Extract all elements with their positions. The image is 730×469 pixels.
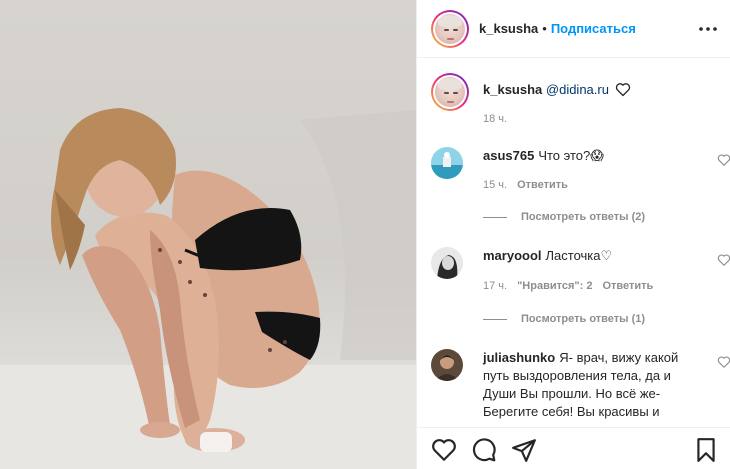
view-replies-label: Посмотреть ответы (2) (521, 211, 646, 223)
comment-timestamp[interactable]: 15 ч. (483, 179, 507, 191)
post-photo-image (0, 108, 416, 469)
heart-icon[interactable] (431, 437, 457, 463)
comment-meta: 17 ч. "Нравится": 2 Ответить (483, 280, 663, 292)
comment-text: Ласточка♡ (545, 248, 613, 263)
share-icon[interactable] (511, 437, 537, 463)
view-replies-label: Посмотреть ответы (1) (521, 313, 646, 325)
comment-like-icon[interactable] (717, 253, 730, 267)
author-username[interactable]: k_ksusha (479, 21, 538, 36)
comments-area[interactable]: k_ksusha @didina.ru 18 ч. asus765 Что это… (417, 59, 730, 427)
header-text: k_ksusha • Подписаться (479, 21, 636, 36)
more-horizontal-icon[interactable] (693, 14, 723, 44)
comment-body: asus765 Что это?😱 (483, 147, 703, 165)
post-header: k_ksusha • Подписаться (417, 0, 730, 58)
follow-button[interactable]: Подписаться (551, 21, 636, 36)
heart-emoji-icon (615, 83, 630, 97)
comment-timestamp[interactable]: 17 ч. (483, 280, 507, 292)
caption-timestamp[interactable]: 18 ч. (483, 113, 507, 125)
view-replies-button[interactable]: Посмотреть ответы (2) (483, 211, 645, 223)
instagram-post: k_ksusha • Подписаться k_ksusha @didina.… (0, 0, 730, 469)
reply-button[interactable]: Ответить (517, 179, 568, 191)
reply-button[interactable]: Ответить (602, 280, 653, 292)
comment-body: maryoool Ласточка♡ (483, 247, 703, 265)
caption-mention[interactable]: @didina.ru (546, 82, 609, 97)
comment-like-icon[interactable] (717, 355, 730, 369)
comment-username[interactable]: maryoool (483, 248, 542, 263)
comment-icon[interactable] (471, 437, 497, 463)
caption-username[interactable]: k_ksusha (483, 82, 542, 97)
header-separator: • (542, 21, 547, 36)
comment-username[interactable]: asus765 (483, 148, 534, 163)
commenter-avatar[interactable] (431, 247, 463, 279)
commenter-avatar[interactable] (431, 147, 463, 179)
comment-username[interactable]: juliashunko (483, 350, 555, 365)
post-sidebar: k_ksusha • Подписаться k_ksusha @didina.… (416, 0, 730, 469)
caption-avatar[interactable] (431, 73, 469, 111)
comment-like-icon[interactable] (717, 153, 730, 167)
replies-divider (483, 318, 507, 320)
bookmark-icon[interactable] (693, 437, 719, 463)
replies-divider (483, 216, 507, 218)
view-replies-button[interactable]: Посмотреть ответы (1) (483, 313, 645, 325)
author-avatar[interactable] (431, 9, 469, 48)
likes-count[interactable]: "Нравится": 2 (517, 280, 592, 292)
caption-text: k_ksusha @didina.ru (483, 73, 631, 111)
comment-body: juliashunko Я- врач, вижу какой путь вызд… (483, 349, 703, 421)
action-bar (417, 427, 730, 469)
post-caption: k_ksusha @didina.ru (431, 73, 631, 111)
post-photo[interactable] (0, 0, 416, 469)
comment-meta: 15 ч. Ответить (483, 179, 578, 191)
comment-text: Что это?😱 (538, 148, 604, 163)
commenter-avatar[interactable] (431, 349, 463, 381)
